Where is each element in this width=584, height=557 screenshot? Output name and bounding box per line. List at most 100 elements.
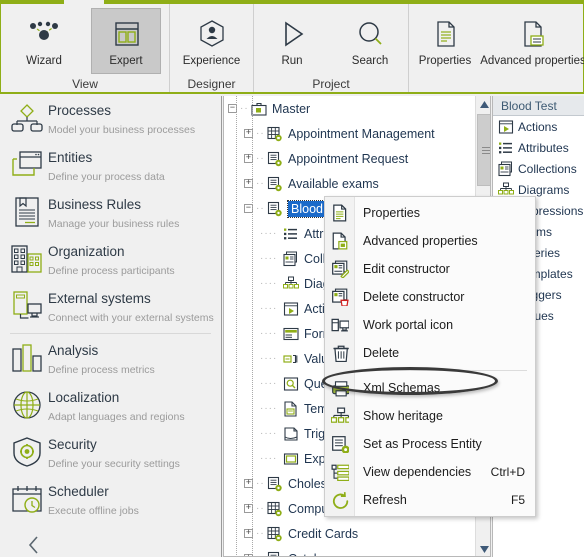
application-window: Wizard Expert View Experience Designer R… [0, 0, 584, 557]
refresh-icon [325, 488, 355, 512]
edit-constructor-icon [325, 257, 355, 281]
collections-icon [497, 161, 514, 176]
tree-guide-line [252, 96, 253, 556]
organization-buildings-icon [10, 242, 44, 276]
sidebar-collapse-button[interactable] [0, 524, 221, 556]
context-menu-items: Properties Advanced properties Edit constr… [325, 199, 535, 514]
expert-button[interactable]: Expert [91, 8, 161, 74]
sidebar-item-business-rules[interactable]: Business Rules Manage your business rule… [0, 190, 221, 237]
expert-button-label: Expert [109, 55, 143, 67]
experience-person-hex-icon [194, 15, 230, 53]
context-menu-item[interactable]: Xml Schemas [325, 374, 535, 402]
sidebar-item-organization-title: Organization [48, 244, 125, 259]
tree-node-connector: ···· [260, 378, 278, 389]
work-portal-icon [325, 313, 355, 337]
sidebar-item-scheduler-title: Scheduler [48, 484, 109, 499]
ribbon-group-properties: Properties Advanced properties [408, 4, 584, 92]
tree-scroll-down-arrow[interactable] [476, 541, 490, 556]
context-menu-item[interactable]: Refresh F5 [325, 486, 535, 514]
ribbon-group-designer-title: Designer [187, 77, 236, 91]
context-menu-item-label: Work portal icon [363, 318, 454, 332]
tree-guide-line [236, 96, 237, 556]
tree-scroll-thumb[interactable] [477, 114, 490, 186]
context-menu-item[interactable]: Show heritage [325, 402, 535, 430]
tree-node-label: Available exams [288, 176, 379, 191]
context-menu-item[interactable]: Delete constructor [325, 283, 535, 311]
tree-node-connector: ·· [256, 203, 265, 214]
context-menu-item[interactable]: View dependencies Ctrl+D [325, 458, 535, 486]
sidebar-item-processes-sub: Model your business processes [48, 124, 196, 136]
tree-node[interactable]: − ·· Master [224, 96, 475, 121]
sidebar-item-localization[interactable]: Localization Adapt languages and regions [0, 383, 221, 430]
search-button[interactable]: Search [335, 8, 405, 74]
entity-member-item[interactable]: Attributes [493, 137, 584, 158]
entities-window-icon [10, 148, 44, 182]
sidebar-item-business-rules-sub: Manage your business rules [48, 218, 180, 230]
context-menu-item[interactable]: Work portal icon [325, 311, 535, 339]
tree-node-connector: ···· [260, 403, 278, 414]
wizard-button[interactable]: Wizard [9, 8, 79, 74]
tree-node-label: Appointment Request [288, 151, 409, 166]
xml-schemas-icon [325, 376, 355, 400]
sidebar-item-security[interactable]: Security Define your security settings [0, 430, 221, 477]
actions-play-icon [497, 119, 514, 134]
advanced-properties-button[interactable]: Advanced properties [480, 8, 584, 74]
ribbon-group-view-title: View [72, 77, 98, 91]
localization-globe-icon [10, 388, 44, 422]
sidebar-item-external-systems-sub: Connect with your external systems [48, 312, 214, 324]
sidebar-item-security-title: Security [48, 437, 97, 452]
sidebar-item-scheduler-text: Scheduler Execute offline jobs [44, 482, 139, 519]
context-menu-item-label: Show heritage [363, 409, 443, 423]
sidebar-item-analysis[interactable]: Analysis Define process metrics [0, 336, 221, 383]
sidebar-item-localization-sub: Adapt languages and regions [48, 411, 185, 423]
context-menu-item[interactable]: Edit constructor [325, 255, 535, 283]
tree-node-connector: ···· [260, 303, 278, 314]
tree-node[interactable]: + ·· Appointment Request [224, 146, 475, 171]
ribbon-group-view-items: Wizard Expert [1, 4, 169, 74]
experience-button[interactable]: Experience [170, 8, 253, 74]
entity-member-item[interactable]: Collections [493, 158, 584, 179]
ribbon-toolbar: Wizard Expert View Experience Designer R… [0, 4, 584, 94]
tree-node[interactable]: + ·· Available exams [224, 171, 475, 196]
attributes-list-icon [282, 226, 300, 242]
sidebar-item-processes[interactable]: Processes Model your business processes [0, 96, 221, 143]
sidebar-item-entities-text: Entities Define your process data [44, 148, 165, 185]
tree-node[interactable]: +··Cytology [224, 546, 475, 557]
sidebar-item-analysis-sub: Define process metrics [48, 364, 155, 376]
entity-icon [266, 551, 284, 556]
context-menu-item-label: Set as Process Entity [363, 437, 482, 451]
ribbon-group-view: Wizard Expert View [1, 4, 169, 92]
ribbon-group-properties-items: Properties Advanced properties [409, 4, 584, 74]
tree-node-connector: ·· [256, 478, 265, 489]
sidebar-item-external-systems[interactable]: External systems Connect with your exter… [0, 284, 221, 331]
context-menu-item[interactable]: Set as Process Entity [325, 430, 535, 458]
run-button-label: Run [281, 55, 303, 67]
properties-button[interactable]: Properties [409, 8, 481, 74]
tree-node-connector: ···· [260, 278, 278, 289]
module-grid-icon [266, 126, 284, 142]
context-menu-item-label: View dependencies [363, 465, 472, 479]
ribbon-group-project-title: Project [312, 77, 350, 91]
external-systems-icon [10, 289, 44, 323]
entity-member-label: Collections [518, 161, 577, 176]
tree-node[interactable]: + ·· Appointment Management [224, 121, 475, 146]
context-menu-item[interactable]: Advanced properties [325, 227, 535, 255]
tree-node-connector: ·· [256, 503, 265, 514]
tree-node-connector: ·· [256, 553, 266, 556]
context-menu-item[interactable]: Delete [325, 339, 535, 367]
tree-node-label: Appointment Management [288, 126, 435, 141]
run-button[interactable]: Run [257, 8, 327, 74]
tree-node-label: Cytology [288, 552, 337, 557]
sidebar-item-entities[interactable]: Entities Define your process data [0, 143, 221, 190]
tree-node-connector: ···· [260, 253, 278, 264]
tree-node[interactable]: + ·· Credit Cards [224, 521, 475, 546]
trash-icon [325, 341, 355, 365]
sidebar-item-scheduler[interactable]: Scheduler Execute offline jobs [0, 477, 221, 524]
context-menu-item[interactable]: Properties [325, 199, 535, 227]
tree-scroll-up-arrow[interactable] [476, 96, 490, 112]
ribbon-group-project-items: Run Search [254, 4, 408, 74]
sidebar-item-organization[interactable]: Organization Define process participants [0, 237, 221, 284]
context-menu-item-label: Xml Schemas [363, 381, 441, 395]
entity-member-item[interactable]: Actions [493, 116, 584, 137]
expressions-icon [282, 451, 300, 467]
